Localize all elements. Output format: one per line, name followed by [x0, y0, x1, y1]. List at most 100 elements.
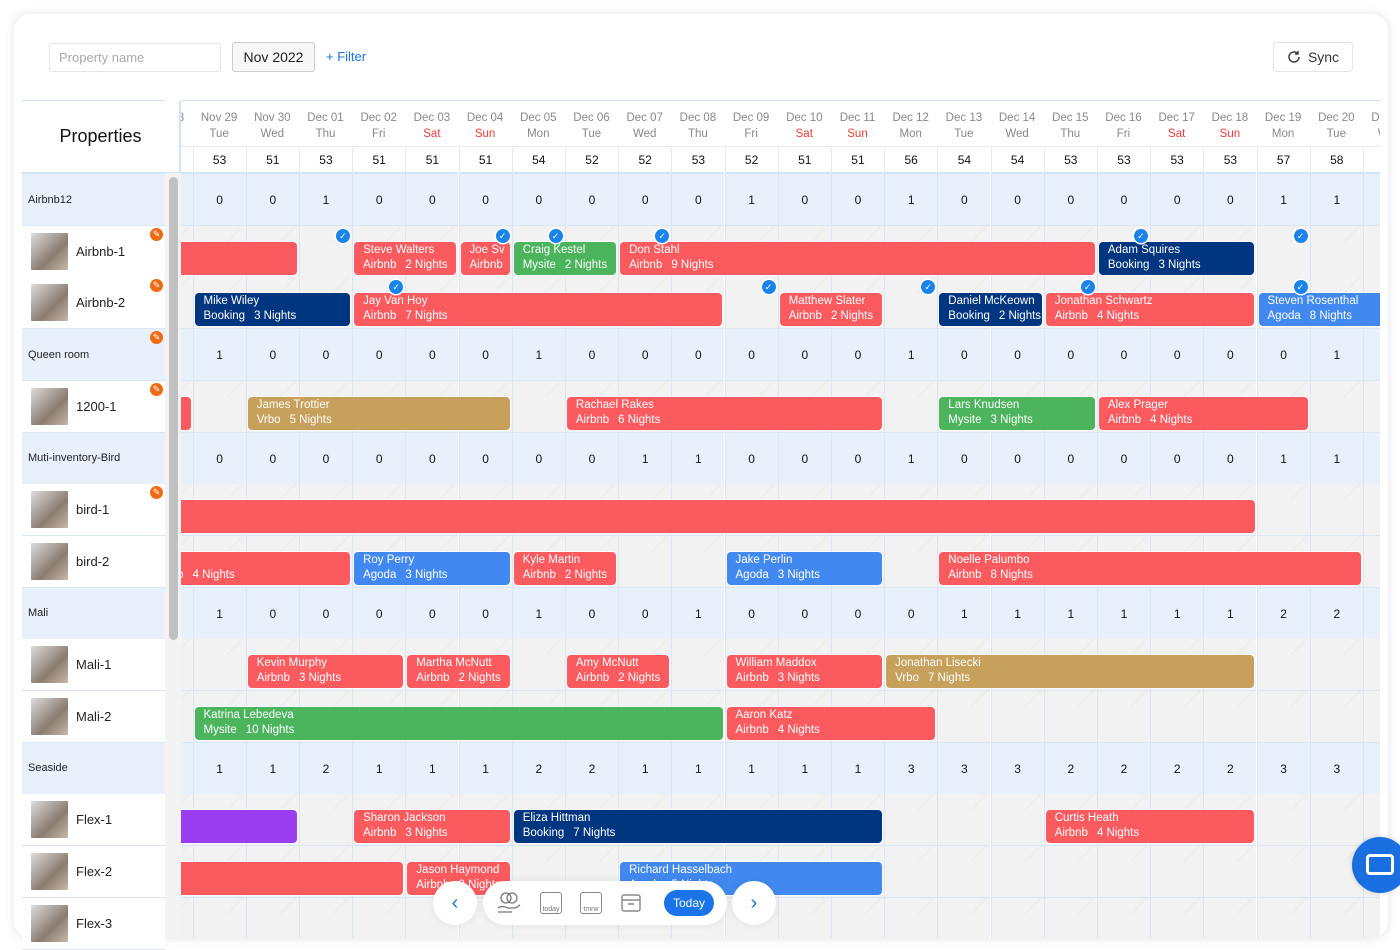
- calendar-cell[interactable]: [990, 691, 1044, 743]
- calendar-cell[interactable]: [181, 277, 193, 330]
- calendar-cell[interactable]: [1309, 794, 1363, 847]
- booking-bar[interactable]: Amy McNutt Airbnb 2 Nights: [566, 655, 670, 689]
- calendar-cell[interactable]: [884, 535, 938, 588]
- booking-bar[interactable]: [181, 810, 297, 844]
- booking-bar[interactable]: Lars Knudsen Mysite 3 Nights: [939, 396, 1095, 430]
- calendar-cell[interactable]: [181, 639, 193, 692]
- calendar-cell[interactable]: [181, 691, 193, 743]
- booking-bar[interactable]: [181, 241, 297, 275]
- calendar-cell[interactable]: [1150, 691, 1204, 743]
- booking-bar[interactable]: OrtizAirbnb 4 Nights: [181, 551, 351, 585]
- calendar-cell[interactable]: [1203, 846, 1257, 899]
- calendar-cell[interactable]: [1362, 639, 1380, 692]
- booking-bar[interactable]: Alex Prager Airbnb 4 Nights: [1098, 396, 1308, 430]
- today-checkins-icon[interactable]: today: [540, 892, 562, 914]
- booking-bar[interactable]: Aaron Katz Airbnb 4 Nights: [726, 707, 936, 740]
- month-picker[interactable]: Nov 2022: [232, 42, 315, 72]
- property-row[interactable]: Mali-2: [22, 691, 165, 743]
- calendar-cell[interactable]: [1362, 380, 1380, 433]
- calendar-cell[interactable]: [884, 380, 938, 433]
- today-button[interactable]: Today: [664, 890, 715, 916]
- property-group-row[interactable]: Seaside: [22, 742, 165, 795]
- booking-bar[interactable]: Jonathan Schwartz Airbnb 4 Nights: [1045, 293, 1255, 327]
- calendar-cell[interactable]: [1256, 846, 1310, 899]
- cleaning-status-icon[interactable]: ✎: [150, 279, 163, 293]
- property-row[interactable]: Flex-2: [22, 846, 165, 899]
- booking-bar[interactable]: Kyle Martin Airbnb 2 Nights: [513, 551, 617, 585]
- property-group-row[interactable]: Airbnb12: [22, 174, 165, 226]
- calendar-cell[interactable]: [990, 794, 1044, 847]
- calendar-cell[interactable]: [245, 897, 299, 938]
- booking-bar[interactable]: [181, 500, 1255, 534]
- prev-button[interactable]: ‹: [433, 881, 477, 925]
- booking-bar[interactable]: Adam Squires Booking 3 Nights: [1098, 241, 1255, 275]
- calendar-cell[interactable]: [192, 639, 246, 692]
- calendar-cell[interactable]: [937, 897, 991, 938]
- calendar-cell[interactable]: [192, 897, 246, 938]
- calendar-cell[interactable]: [1309, 897, 1363, 938]
- booking-bar[interactable]: Jonathan Lisecki Vrbo 7 Nights: [886, 655, 1255, 689]
- calendar-cell[interactable]: [1256, 897, 1310, 938]
- tomorrow-checkins-icon[interactable]: tmrw: [580, 892, 602, 914]
- calendar-cell[interactable]: [830, 897, 885, 938]
- cleaning-status-icon[interactable]: ✎: [150, 486, 163, 500]
- property-row[interactable]: 1200-1 ✎: [22, 380, 165, 433]
- chat-support-button[interactable]: [1352, 837, 1400, 893]
- cleaning-status-icon[interactable]: ✎: [150, 227, 163, 241]
- booking-bar[interactable]: William Maddox Airbnb 3 Nights: [726, 655, 883, 689]
- calendar-cell[interactable]: [1096, 897, 1151, 938]
- calendar-cell[interactable]: [1362, 691, 1380, 743]
- calendar-cell[interactable]: [990, 846, 1044, 899]
- property-row[interactable]: Airbnb-1 ✎: [22, 225, 165, 278]
- property-row[interactable]: Mali-1: [22, 639, 165, 692]
- cleaning-status-icon[interactable]: ✎: [150, 382, 163, 396]
- calendar-cell[interactable]: [298, 794, 353, 847]
- calendar-cell[interactable]: [1150, 846, 1204, 899]
- booking-bar[interactable]: Jay Van Hoy Airbnb 7 Nights: [354, 293, 723, 327]
- calendar-cell[interactable]: [1362, 535, 1380, 588]
- calendar-cell[interactable]: [777, 897, 831, 938]
- calendar-cell[interactable]: [1150, 897, 1204, 938]
- property-row[interactable]: Flex-1: [22, 794, 165, 847]
- calendar-cell[interactable]: [990, 897, 1044, 938]
- booking-bar[interactable]: Katrina Lebedeva Mysite 10 Nights: [194, 707, 723, 740]
- booking-bar[interactable]: Martha McNutt Airbnb 2 Nights: [407, 655, 510, 689]
- calendar-cell[interactable]: [1203, 691, 1257, 743]
- calendar-cell[interactable]: [1362, 897, 1380, 938]
- calendar-cell[interactable]: [884, 794, 938, 847]
- property-group-row[interactable]: Mali: [22, 587, 165, 640]
- calendar-cell[interactable]: [1096, 846, 1151, 899]
- calendar-cell[interactable]: [884, 897, 938, 938]
- property-row[interactable]: bird-2: [22, 535, 165, 588]
- booking-bar[interactable]: Mike Wiley Booking 3 Nights: [194, 293, 351, 327]
- calendar-cell[interactable]: [1309, 691, 1363, 743]
- booking-bar[interactable]: Kevin Murphy Airbnb 3 Nights: [247, 655, 404, 689]
- booking-bar[interactable]: Rachael Rakes Airbnb 6 Nights: [566, 396, 883, 430]
- booking-bar[interactable]: Matthew Slater Airbnb 2 Nights: [779, 293, 883, 327]
- calendar-cell[interactable]: [511, 380, 565, 433]
- calendar-cell[interactable]: [1362, 225, 1380, 278]
- payments-icon[interactable]: [496, 891, 522, 915]
- booking-bar[interactable]: Steven Rosenthal Agoda 8 Nights: [1258, 293, 1380, 327]
- booking-bar[interactable]: Eliza Hittman Booking 7 Nights: [513, 810, 883, 844]
- calendar-cell[interactable]: [1043, 691, 1097, 743]
- property-row[interactable]: bird-1 ✎: [22, 484, 165, 537]
- booking-bar[interactable]: Jake Perlin Agoda 3 Nights: [726, 551, 883, 585]
- property-row[interactable]: Airbnb-2 ✎: [22, 277, 165, 330]
- booking-bar[interactable]: Daniel McKeown Booking 2 Nights: [939, 293, 1042, 327]
- scrollbar-thumb[interactable]: [169, 177, 178, 640]
- booking-bar[interactable]: Curtis Heath Airbnb 4 Nights: [1045, 810, 1255, 844]
- calendar-cell[interactable]: [192, 380, 246, 433]
- calendar-cell[interactable]: [937, 691, 991, 743]
- calendar-cell[interactable]: [511, 639, 565, 692]
- calendar-cell[interactable]: [1043, 897, 1097, 938]
- property-search-input[interactable]: [49, 43, 221, 72]
- calendar-cell[interactable]: [618, 535, 672, 588]
- calendar-cell[interactable]: [671, 639, 725, 692]
- calendar-cell[interactable]: [1096, 691, 1151, 743]
- calendar-cell[interactable]: [1256, 794, 1310, 847]
- calendar-cell[interactable]: [181, 897, 193, 938]
- calendar-cell[interactable]: [671, 535, 725, 588]
- add-filter-button[interactable]: + Filter: [326, 49, 366, 64]
- calendar-cell[interactable]: [1309, 484, 1363, 537]
